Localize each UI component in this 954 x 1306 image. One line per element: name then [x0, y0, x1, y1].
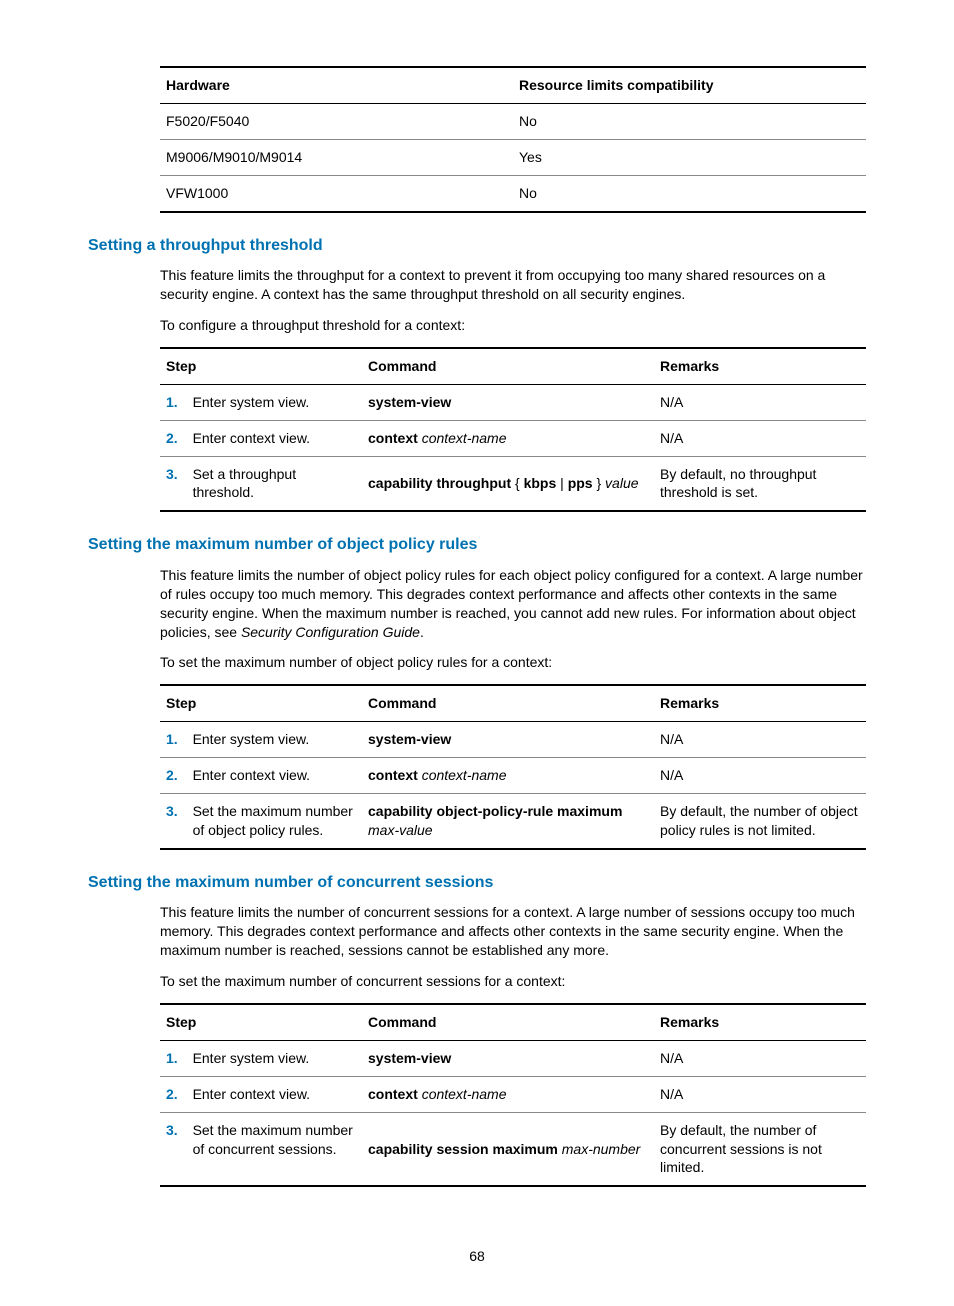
hw-cell: Yes	[513, 139, 866, 175]
step-remarks: By default, the number of object policy …	[654, 794, 866, 849]
step-command: system-view	[362, 1040, 654, 1076]
paragraph: This feature limits the number of object…	[160, 566, 866, 642]
paragraph: To set the maximum number of object poli…	[160, 653, 866, 672]
step-remarks: N/A	[654, 758, 866, 794]
step-command: capability throughput { kbps | pps } val…	[362, 456, 654, 511]
step-remarks: N/A	[654, 384, 866, 420]
step-table: StepCommandRemarks 1.Enter system view.sy…	[160, 1003, 866, 1187]
paragraph: To configure a throughput threshold for …	[160, 316, 866, 335]
hw-cell: No	[513, 103, 866, 139]
step-description: Set the maximum number of concurrent ses…	[189, 1112, 362, 1186]
step-number: 2.	[160, 420, 189, 456]
step-number: 1.	[160, 1040, 189, 1076]
col-header-remarks: Remarks	[654, 1004, 866, 1040]
step-number: 2.	[160, 1076, 189, 1112]
step-command: system-view	[362, 384, 654, 420]
col-header-step: Step	[160, 348, 362, 384]
col-header-remarks: Remarks	[654, 348, 866, 384]
section-heading: Setting a throughput threshold	[88, 235, 866, 257]
step-number: 1.	[160, 722, 189, 758]
step-table: StepCommandRemarks 1.Enter system view.sy…	[160, 347, 866, 512]
step-remarks: N/A	[654, 420, 866, 456]
col-header-command: Command	[362, 348, 654, 384]
col-header-step: Step	[160, 685, 362, 721]
paragraph: This feature limits the number of concur…	[160, 903, 866, 960]
step-command: context context-name	[362, 758, 654, 794]
section-heading: Setting the maximum number of object pol…	[88, 534, 866, 556]
hw-header-hardware: Hardware	[160, 67, 513, 103]
col-header-remarks: Remarks	[654, 685, 866, 721]
page-number: 68	[88, 1247, 866, 1266]
step-number: 2.	[160, 758, 189, 794]
step-description: Enter context view.	[189, 758, 362, 794]
step-remarks: By default, the number of concurrent ses…	[654, 1112, 866, 1186]
step-remarks: N/A	[654, 722, 866, 758]
hw-cell: VFW1000	[160, 175, 513, 211]
section-heading: Setting the maximum number of concurrent…	[88, 872, 866, 894]
step-number: 3.	[160, 794, 189, 849]
step-command: system-view	[362, 722, 654, 758]
hw-cell: M9006/M9010/M9014	[160, 139, 513, 175]
step-number: 3.	[160, 456, 189, 511]
col-header-command: Command	[362, 1004, 654, 1040]
col-header-command: Command	[362, 685, 654, 721]
hw-cell: F5020/F5040	[160, 103, 513, 139]
step-table: StepCommandRemarks 1.Enter system view.sy…	[160, 684, 866, 849]
hw-header-compat: Resource limits compatibility	[513, 67, 866, 103]
step-command: capability object-policy-rule maximum ma…	[362, 794, 654, 849]
step-remarks: By default, no throughput threshold is s…	[654, 456, 866, 511]
step-number: 3.	[160, 1112, 189, 1186]
step-number: 1.	[160, 384, 189, 420]
step-description: Enter system view.	[189, 384, 362, 420]
step-command: context context-name	[362, 1076, 654, 1112]
hardware-compat-table: Hardware Resource limits compatibility F…	[160, 66, 866, 213]
step-description: Enter system view.	[189, 1040, 362, 1076]
paragraph: To set the maximum number of concurrent …	[160, 972, 866, 991]
step-description: Enter system view.	[189, 722, 362, 758]
step-description: Enter context view.	[189, 1076, 362, 1112]
step-command: context context-name	[362, 420, 654, 456]
step-description: Set a throughput threshold.	[189, 456, 362, 511]
col-header-step: Step	[160, 1004, 362, 1040]
step-command: capability session maximum max-number	[362, 1112, 654, 1186]
step-remarks: N/A	[654, 1040, 866, 1076]
step-description: Set the maximum number of object policy …	[189, 794, 362, 849]
paragraph: This feature limits the throughput for a…	[160, 266, 866, 304]
step-description: Enter context view.	[189, 420, 362, 456]
step-remarks: N/A	[654, 1076, 866, 1112]
hw-cell: No	[513, 175, 866, 211]
